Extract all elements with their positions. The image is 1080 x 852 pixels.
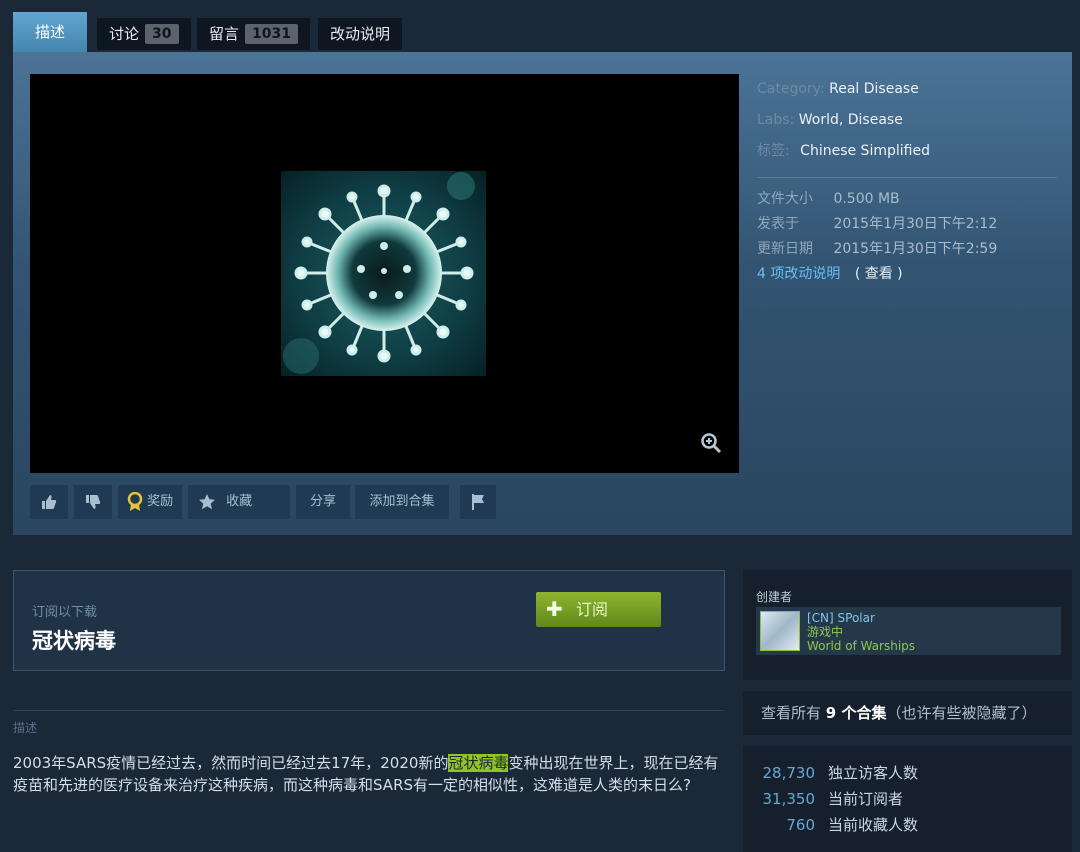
- add-to-collection-button[interactable]: 添加到合集: [355, 485, 449, 519]
- description-text-start: 2003年SARS疫情已经过去，然而时间已经过去17年，2020新的: [13, 754, 449, 772]
- description-heading: 描述: [13, 721, 38, 735]
- item-details: Category: Real Disease Labs: World, Dise…: [757, 80, 1057, 290]
- star-icon: [199, 493, 215, 509]
- thumbs-up-icon: [42, 494, 57, 509]
- add-to-collection-label: 添加到合集: [369, 494, 435, 509]
- creator-label: 创建者: [756, 590, 793, 604]
- creator-name[interactable]: [CN] SPolar: [807, 611, 875, 625]
- labs-value-disease[interactable]: Disease: [848, 112, 903, 128]
- creator-card[interactable]: [CN] SPolar 游戏中 World of Warships: [756, 607, 1061, 655]
- posted-row: 发表于 2015年1月30日下午2:12: [757, 215, 1057, 240]
- posted-label: 发表于: [757, 216, 799, 232]
- favorite-button[interactable]: 收藏: [188, 485, 290, 519]
- collections-suffix: （也许有些被隐藏了）: [886, 704, 1037, 722]
- view-change-notes-link[interactable]: ( 查看 ): [855, 266, 903, 282]
- avatar[interactable]: [760, 611, 800, 651]
- category-row: Category: Real Disease: [757, 80, 1057, 111]
- thumbs-down-button[interactable]: [74, 485, 112, 519]
- zoom-icon[interactable]: [700, 432, 722, 454]
- category-value[interactable]: Real Disease: [829, 81, 919, 97]
- tab-description-label: 描述: [35, 23, 66, 41]
- change-notes-row: 4 项改动说明 ( 查看 ): [757, 265, 1057, 290]
- award-button[interactable]: 奖励: [118, 485, 182, 519]
- subscribe-hint: 订阅以下载: [32, 605, 98, 620]
- share-button[interactable]: 分享: [296, 485, 350, 519]
- description-highlight: 冠状病毒: [448, 754, 509, 772]
- flag-icon: [472, 493, 484, 510]
- tab-change-notes-label: 改动说明: [330, 25, 391, 43]
- stats-panel: 28,730 独立访客人数 31,350 当前订阅者 760 当前收藏人数: [743, 746, 1072, 852]
- thumbs-down-icon: [86, 494, 101, 509]
- tab-comments[interactable]: 留言 1031: [197, 18, 310, 50]
- tab-discussions[interactable]: 讨论 30: [97, 18, 191, 50]
- report-button[interactable]: [460, 485, 496, 519]
- tags-value[interactable]: Chinese Simplified: [800, 143, 930, 159]
- tags-label: 标签:: [757, 143, 790, 159]
- stat-label: 独立访客人数: [828, 764, 919, 782]
- stat-value: 28,730: [762, 764, 816, 782]
- virus-preview-image: [281, 171, 486, 376]
- thumbs-up-button[interactable]: [30, 485, 68, 519]
- share-label: 分享: [309, 494, 336, 509]
- collections-count: 9: [825, 704, 837, 722]
- tab-change-notes[interactable]: 改动说明: [318, 18, 403, 50]
- labs-row: Labs: World, Disease: [757, 112, 903, 128]
- stat-value: 31,350: [762, 790, 816, 808]
- description-body: 2003年SARS疫情已经过去，然而时间已经过去17年，2020新的冠状病毒变种…: [13, 752, 721, 796]
- stat-current-favorites: 760 当前收藏人数: [743, 814, 1072, 836]
- tab-comments-label: 留言: [209, 25, 240, 43]
- plus-icon: ✚: [546, 597, 563, 621]
- collections-link[interactable]: 查看所有 9 个合集（也许有些被隐藏了）: [743, 691, 1072, 735]
- award-label: 奖励: [147, 494, 174, 509]
- stat-label: 当前收藏人数: [828, 816, 919, 834]
- award-icon: [127, 491, 143, 511]
- creator-status: 游戏中: [807, 625, 844, 639]
- favorite-label: 收藏: [226, 494, 253, 509]
- item-overview-panel: 奖励 收藏 分享 添加到合集 Category: Real Disease La…: [13, 52, 1072, 535]
- creator-panel: 创建者 [CN] SPolar 游戏中 World of Warships: [743, 570, 1072, 680]
- updated-value: 2015年1月30日下午2:59: [833, 241, 998, 257]
- subscribe-button[interactable]: ✚ 订阅: [536, 592, 661, 627]
- file-size-value: 0.500 MB: [833, 191, 900, 207]
- stat-unique-visitors: 28,730 独立访客人数: [743, 762, 1072, 784]
- collections-prefix: 查看所有: [761, 704, 826, 722]
- tags-row: 标签: Chinese Simplified: [757, 142, 1057, 173]
- labs-value-world[interactable]: World: [799, 112, 839, 128]
- change-notes-link[interactable]: 4 项改动说明: [757, 266, 840, 282]
- comments-count-badge: 1031: [245, 24, 298, 44]
- preview-viewer[interactable]: [30, 74, 739, 473]
- item-title: 冠状病毒: [32, 629, 116, 653]
- stat-value: 760: [786, 816, 815, 834]
- category-label: Category:: [757, 81, 825, 97]
- labs-label: Labs:: [757, 112, 795, 128]
- stat-current-subscribers: 31,350 当前订阅者: [743, 788, 1072, 810]
- creator-game: World of Warships: [807, 639, 916, 653]
- updated-label: 更新日期: [757, 241, 813, 257]
- updated-row: 更新日期 2015年1月30日下午2:59: [757, 240, 1057, 265]
- stat-label: 当前订阅者: [828, 790, 904, 808]
- subscribe-button-label: 订阅: [576, 600, 609, 619]
- details-divider: [757, 177, 1057, 178]
- collections-mid: 个合集: [836, 704, 887, 722]
- tab-description[interactable]: 描述: [13, 12, 88, 52]
- description-divider: [13, 710, 724, 711]
- discussions-count-badge: 30: [145, 24, 179, 44]
- subscribe-panel: 订阅以下载 冠状病毒 ✚ 订阅: [13, 570, 725, 671]
- posted-value: 2015年1月30日下午2:12: [833, 216, 998, 232]
- tab-discussions-label: 讨论: [109, 25, 140, 43]
- file-size-row: 文件大小 0.500 MB: [757, 190, 1057, 215]
- file-size-label: 文件大小: [757, 191, 813, 207]
